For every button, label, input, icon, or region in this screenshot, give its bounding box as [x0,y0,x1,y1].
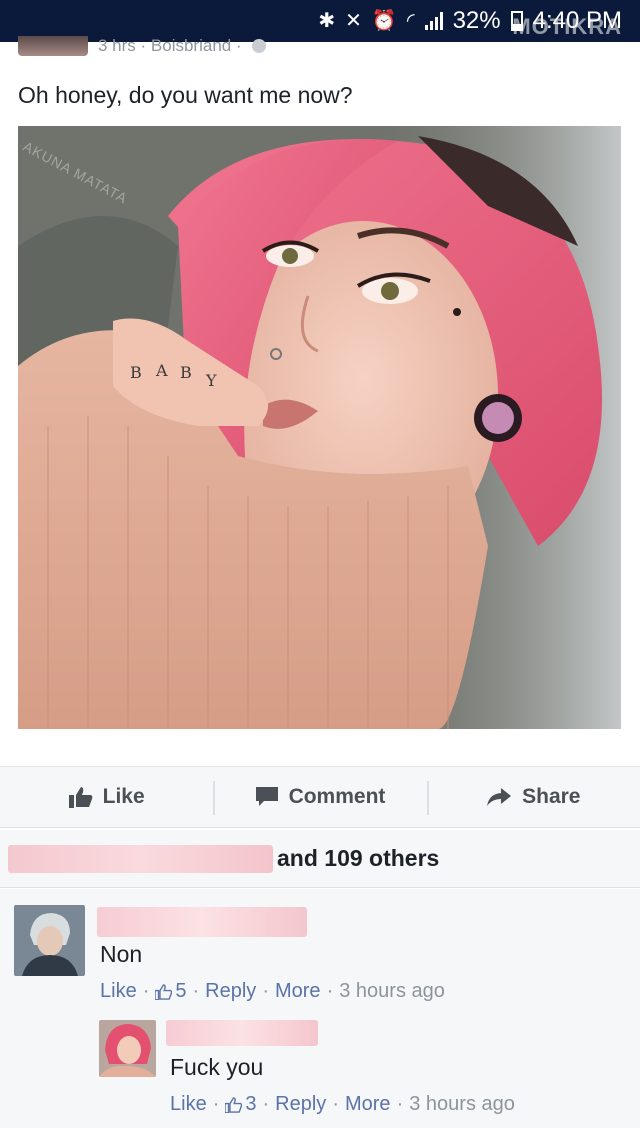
reply-text: Fuck you [170,1054,264,1080]
post-meta: 3 hrs · Boisbriand · [18,36,266,56]
selfie-illustration: B A B Y [18,126,621,729]
alarm-icon: ⏰ [371,10,397,32]
wifi-icon: ◜ [406,10,415,32]
person-avatar-icon [99,1020,156,1077]
comments-section: Non Like · 5 · Reply · More · 3 hours ag… [0,889,640,1128]
reply-more-link[interactable]: More [345,1093,391,1116]
mute-icon: ✕ [345,10,362,32]
bluetooth-icon: ✱ [318,10,336,32]
svg-text:A: A [155,361,168,380]
reply-timestamp[interactable]: 3 hours ago [409,1093,515,1116]
like-label: Like [102,785,145,808]
thumbs-up-icon [155,983,173,1000]
knuckle-tattoo: B [130,363,142,382]
comment-actions: Like · 5 · Reply · More · 3 hours ago [100,980,445,1003]
thumbs-up-icon [68,787,92,808]
reply-reply-link[interactable]: Reply [275,1093,326,1116]
comment-like-count[interactable]: 5 [175,980,186,1003]
svg-text:B: B [180,363,192,382]
poster-avatar[interactable] [18,36,88,56]
comment-reply: Fuck you Like · 3 · Reply · More · 3 hou… [0,1007,640,1125]
reply-like-count[interactable]: 3 [245,1093,256,1116]
comment: Non Like · 5 · Reply · More · 3 hours ag… [0,889,640,1002]
comment-icon [255,787,278,806]
reply-actions: Like · 3 · Reply · More · 3 hours ago [170,1093,515,1116]
battery-percent: 32% [452,7,501,34]
likes-summary[interactable]: and 109 others [0,830,640,888]
share-button[interactable]: Share [426,767,640,827]
post-time-location[interactable]: 3 hrs · Boisbriand · [98,36,242,56]
signal-icon [424,12,443,30]
comment-more-link[interactable]: More [275,980,321,1003]
likes-count-text: and 109 others [277,845,440,871]
commenter-avatar[interactable] [14,905,85,976]
redacted-liker-names [8,844,273,873]
site-watermark: MOTIKRA [512,14,622,39]
comment-label: Comment [288,785,386,808]
comment-button[interactable]: Comment [213,767,426,827]
svg-text:Y: Y [205,371,217,390]
post-action-bar: Like Comment Share [0,766,640,828]
post-photo[interactable]: B A B Y AKUNA MATATA [18,126,621,729]
person-avatar-icon [14,905,85,976]
redacted-replier-name[interactable] [166,1020,318,1046]
comment-text: Non [100,941,143,967]
replier-avatar[interactable] [99,1020,156,1077]
comment-reply-link[interactable]: Reply [205,980,256,1003]
redacted-commenter-name[interactable] [97,907,307,937]
share-arrow-icon [487,788,512,806]
comment-like-link[interactable]: Like [100,980,137,1003]
share-label: Share [522,785,581,808]
post-text: Oh honey, do you want me now? [18,82,353,108]
thumbs-up-icon [225,1096,243,1113]
reply-like-link[interactable]: Like [170,1093,207,1116]
comment-timestamp[interactable]: 3 hours ago [339,980,445,1003]
globe-icon [251,39,266,53]
like-button[interactable]: Like [0,767,213,827]
